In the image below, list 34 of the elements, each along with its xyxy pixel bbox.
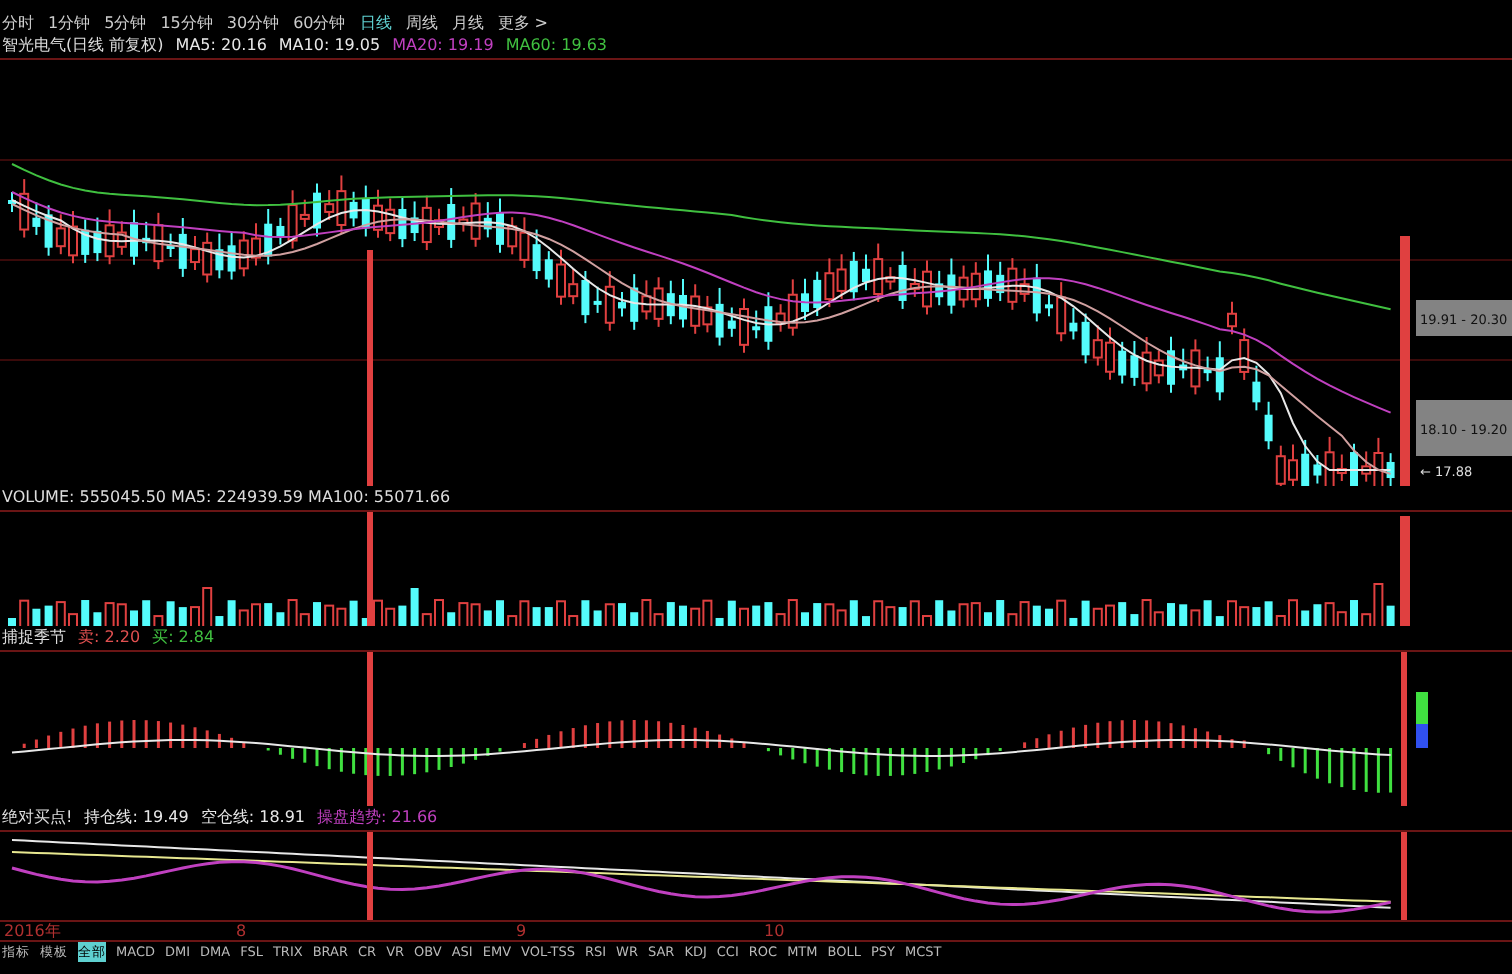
date-label: 10 bbox=[764, 924, 785, 940]
volume-legend: VOLUME: 555045.50 MA5: 224939.59 MA100: 55071.66 bbox=[2, 490, 451, 506]
marker-line bbox=[367, 512, 373, 626]
period-tab[interactable]: 1分钟 bbox=[48, 12, 91, 34]
indicator-title: 绝对买点! bbox=[2, 810, 73, 826]
stock-title: 智光电气(日线 前复权) bbox=[2, 38, 164, 54]
date-label: 2016年 bbox=[4, 924, 61, 940]
period-tab[interactable]: 60分钟 bbox=[293, 12, 346, 34]
ma-legend: MA5: 20.16 bbox=[175, 38, 267, 54]
period-tab[interactable]: 5分钟 bbox=[104, 12, 147, 34]
indicator-title: 捕捉季节 bbox=[2, 630, 66, 646]
period-tab[interactable]: 分时 bbox=[2, 12, 34, 34]
volume-bar bbox=[1400, 516, 1410, 626]
ma-legend: MA60: 19.63 bbox=[505, 38, 608, 54]
ma-legend: MA10: 19.05 bbox=[278, 38, 381, 54]
indicator-legend: 卖: 2.20 bbox=[78, 630, 141, 646]
indicator-legend: 操盘趋势: 21.66 bbox=[317, 810, 438, 826]
indicator-legend: 买: 2.84 bbox=[152, 630, 215, 646]
indicator-legend: 持仓线: 19.49 bbox=[84, 810, 189, 826]
date-label: 9 bbox=[516, 924, 527, 940]
price-range-box bbox=[1416, 400, 1512, 456]
period-tab[interactable]: 更多 > bbox=[497, 12, 548, 34]
period-tab[interactable]: 15分钟 bbox=[160, 12, 213, 34]
indicator-legend: 空仓线: 18.91 bbox=[200, 810, 305, 826]
marker-line bbox=[367, 832, 373, 920]
signal-bar bbox=[1416, 692, 1428, 748]
price-range-box bbox=[1416, 300, 1512, 336]
period-tab[interactable]: 日线 bbox=[359, 12, 392, 34]
marker-line bbox=[1401, 832, 1407, 920]
period-tab[interactable]: 月线 bbox=[451, 12, 484, 34]
date-label: 8 bbox=[236, 924, 247, 940]
ma-legend: MA20: 19.19 bbox=[392, 38, 494, 54]
period-tab[interactable]: 周线 bbox=[405, 12, 438, 34]
period-tab[interactable]: 30分钟 bbox=[226, 12, 280, 34]
